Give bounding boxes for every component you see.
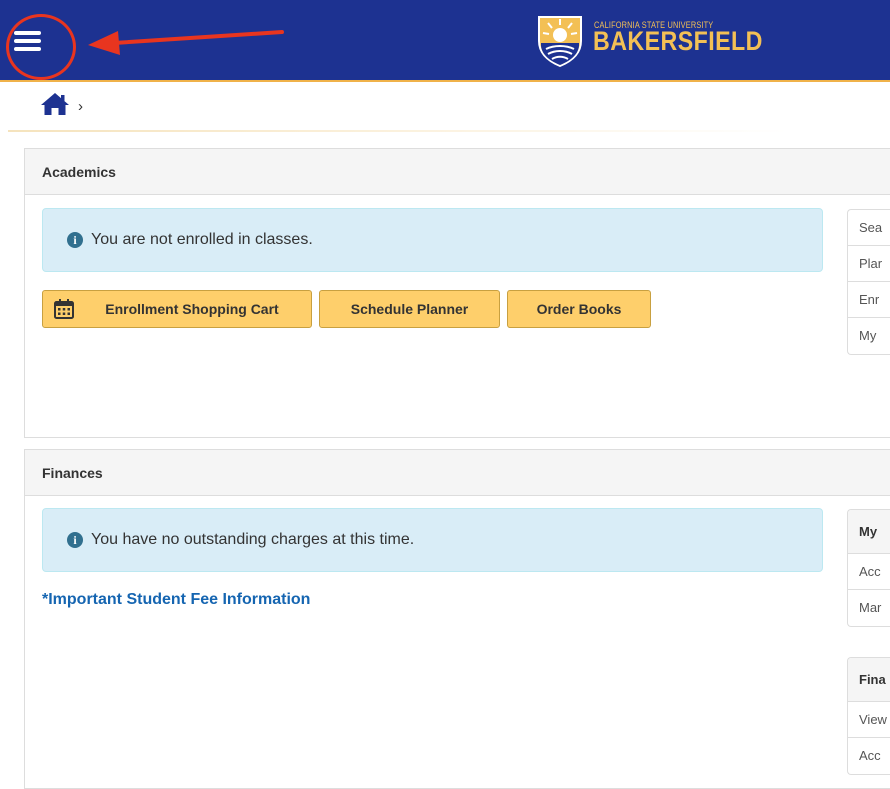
side-menu-item-my[interactable]: My xyxy=(848,318,890,354)
side-menu-item-account[interactable]: Acc xyxy=(848,554,890,590)
university-logo-icon xyxy=(538,16,582,67)
side-menu-item-search[interactable]: Sea xyxy=(848,210,890,246)
student-fee-information-link[interactable]: *Important Student Fee Information xyxy=(42,591,310,609)
side-menu-item-manage[interactable]: Mar xyxy=(848,590,890,626)
academics-section: Academics i You are not enrolled in clas… xyxy=(24,148,890,438)
logo-campus-text: BAKERSFIELD xyxy=(593,26,763,56)
enrollment-shopping-cart-label: Enrollment Shopping Cart xyxy=(105,301,279,317)
finances-side-menu-2: Fina View Acc xyxy=(847,657,890,775)
home-icon[interactable] xyxy=(40,92,70,116)
info-icon: i xyxy=(67,532,83,548)
breadcrumb xyxy=(0,84,890,132)
breadcrumb-separator: › xyxy=(78,98,83,115)
side-menu-item-account-2[interactable]: Acc xyxy=(848,738,890,774)
annotation-circle xyxy=(6,14,76,80)
finances-title: Finances xyxy=(25,450,890,496)
finances-side-menu-1: My Acc Mar xyxy=(847,509,890,627)
side-menu-item-view[interactable]: View xyxy=(848,702,890,738)
side-menu-heading-financial: Fina xyxy=(848,658,890,702)
order-books-label: Order Books xyxy=(536,301,622,317)
info-icon: i xyxy=(67,232,83,248)
side-menu-item-enrollment[interactable]: Enr xyxy=(848,282,890,318)
not-enrolled-alert-text: You are not enrolled in classes. xyxy=(91,231,313,248)
enrollment-shopping-cart-button[interactable]: Enrollment Shopping Cart xyxy=(42,290,312,328)
academics-title: Academics xyxy=(25,149,890,195)
schedule-planner-button[interactable]: Schedule Planner xyxy=(319,290,500,328)
breadcrumb-underline xyxy=(8,130,788,132)
academics-side-menu: Sea Plar Enr My xyxy=(847,209,890,355)
top-header-bar: CALIFORNIA STATE UNIVERSITY BAKERSFIELD xyxy=(0,0,890,82)
not-enrolled-alert: i You are not enrolled in classes. xyxy=(42,208,823,272)
finances-section: Finances i You have no outstanding charg… xyxy=(24,449,890,789)
no-charges-alert-text: You have no outstanding charges at this … xyxy=(91,531,415,548)
calendar-icon xyxy=(54,299,74,319)
schedule-planner-label: Schedule Planner xyxy=(350,301,469,317)
no-charges-alert: i You have no outstanding charges at thi… xyxy=(42,508,823,572)
order-books-button[interactable]: Order Books xyxy=(507,290,651,328)
annotation-arrow-icon xyxy=(88,30,284,55)
side-menu-heading-my: My xyxy=(848,510,890,554)
side-menu-item-planner[interactable]: Plar xyxy=(848,246,890,282)
